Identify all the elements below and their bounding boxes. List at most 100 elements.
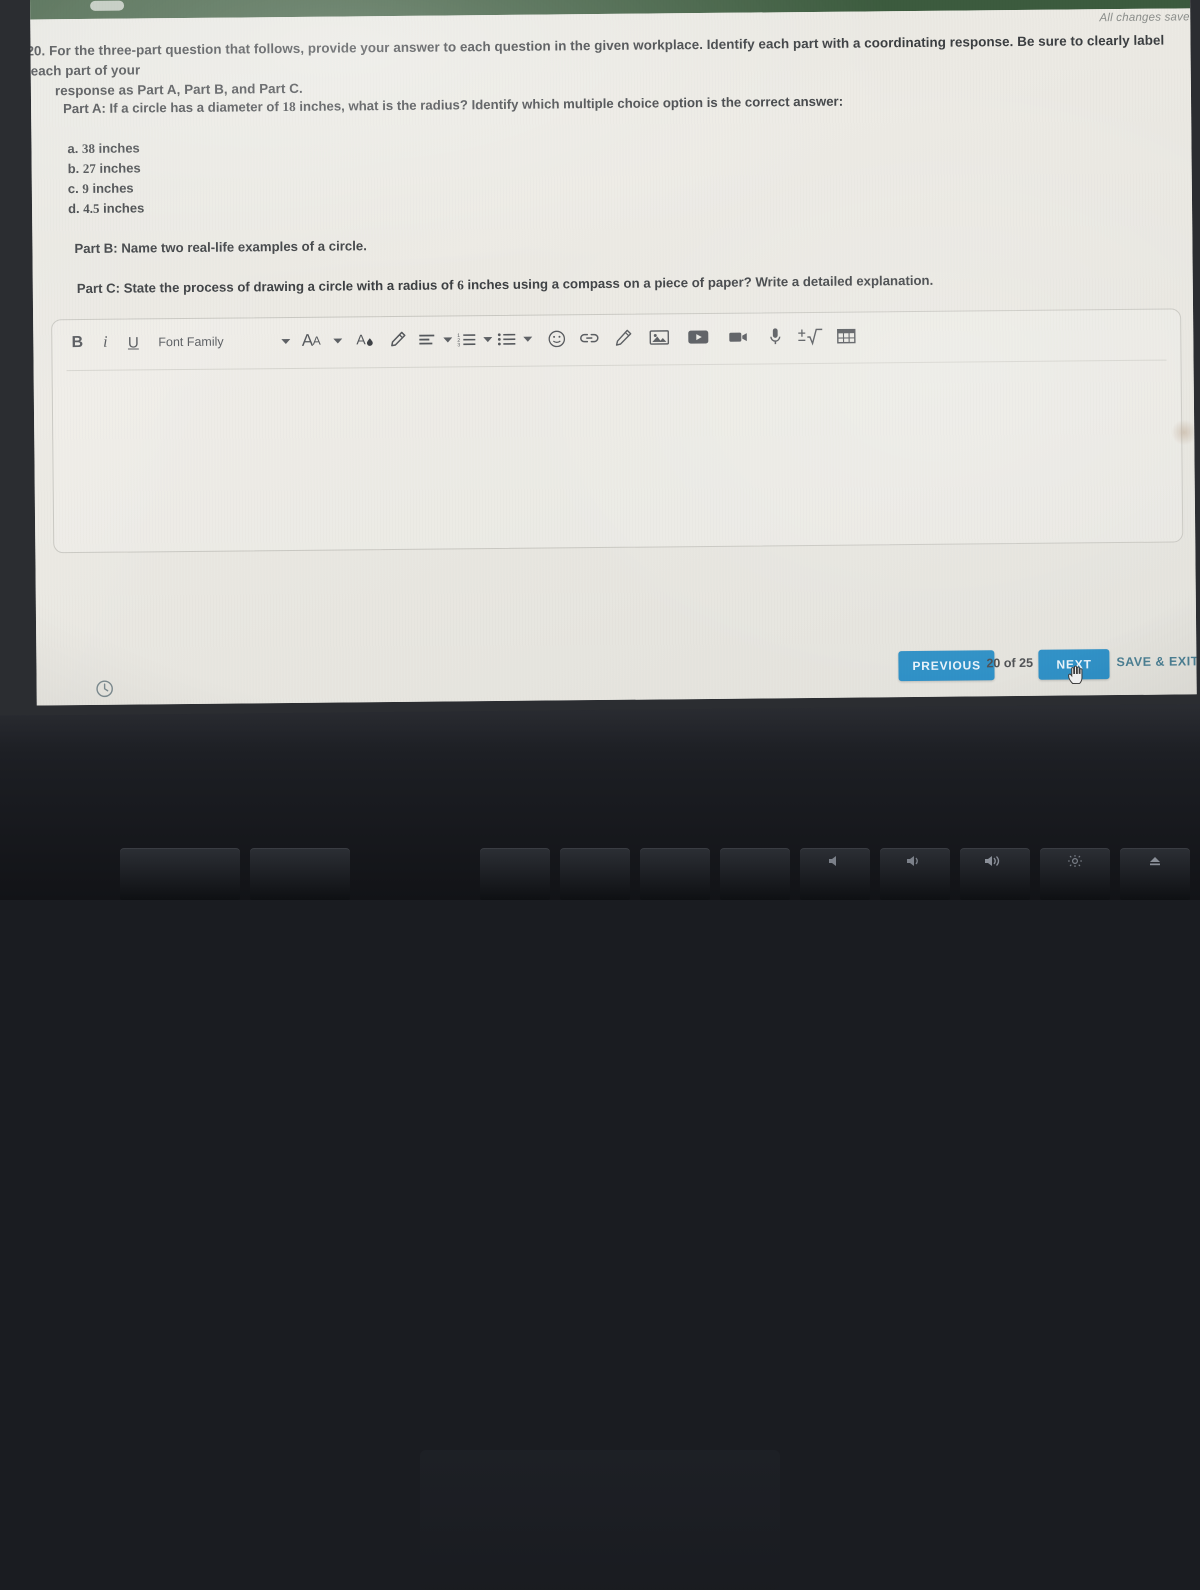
speaker-mute-icon bbox=[827, 854, 843, 868]
insert-video-button[interactable] bbox=[678, 323, 718, 351]
text-color-button[interactable]: A bbox=[350, 326, 380, 354]
answer-choice[interactable]: c. 9 inches bbox=[66, 178, 144, 199]
choice-value: 38 bbox=[82, 141, 95, 156]
text-color-icon: A bbox=[354, 329, 376, 351]
table-grid-icon bbox=[836, 327, 856, 344]
numbered-list-dropdown[interactable]: 1 2 3 bbox=[454, 325, 480, 353]
svg-text:A: A bbox=[356, 331, 366, 347]
smiley-icon bbox=[547, 329, 566, 348]
chevron-down-glyph bbox=[333, 337, 342, 344]
clock-icon bbox=[95, 679, 115, 699]
trackpad bbox=[420, 1450, 780, 1590]
highlighter-pen-icon bbox=[386, 329, 408, 351]
italic-button[interactable]: i bbox=[92, 329, 118, 357]
answer-choice-list: a. 38 inches b. 27 inches c. 9 inches d.… bbox=[65, 138, 144, 219]
emoji-button[interactable] bbox=[540, 324, 572, 352]
question-counter: 20 of 25 bbox=[986, 656, 1033, 670]
volume-down-icon bbox=[905, 854, 925, 868]
video-play-icon bbox=[686, 328, 710, 346]
previous-button[interactable]: PREVIOUS bbox=[898, 650, 995, 681]
browser-tab[interactable] bbox=[90, 1, 124, 11]
bold-button[interactable]: B bbox=[62, 329, 92, 357]
keyboard-key-eject bbox=[1120, 848, 1190, 900]
link-chain-icon bbox=[578, 330, 600, 346]
keyboard-key-mute bbox=[800, 848, 870, 900]
choice-letter: b. bbox=[68, 161, 80, 176]
save-and-exit-button[interactable]: SAVE & EXIT bbox=[1116, 654, 1196, 669]
choice-value: 4.5 bbox=[83, 201, 99, 216]
record-video-button[interactable] bbox=[718, 322, 758, 350]
assessment-page: All changes saved 20. For the three-part… bbox=[30, 8, 1197, 705]
part-c-text: Part C: State the process of drawing a c… bbox=[77, 271, 1077, 297]
bulleted-list-dropdown[interactable] bbox=[494, 325, 520, 353]
chevron-down-icon[interactable] bbox=[440, 325, 454, 353]
microphone-icon bbox=[768, 326, 782, 346]
choice-unit: inches bbox=[103, 200, 144, 215]
answer-choice[interactable]: a. 38 inches bbox=[65, 138, 143, 159]
question-number: 20. bbox=[30, 43, 45, 58]
part-a-text-before: If a circle has a diameter of bbox=[109, 99, 278, 116]
brightness-icon bbox=[1067, 854, 1083, 868]
keyboard-key bbox=[120, 848, 240, 900]
equation-button[interactable] bbox=[792, 322, 828, 350]
svg-text:3: 3 bbox=[457, 342, 460, 347]
record-audio-button[interactable] bbox=[758, 322, 792, 350]
part-a-label: Part A: bbox=[63, 101, 106, 116]
link-button[interactable] bbox=[572, 324, 606, 352]
editor-content[interactable] bbox=[67, 361, 1169, 540]
keyboard-key bbox=[250, 848, 350, 900]
save-status-text: All changes saved bbox=[1099, 11, 1196, 24]
part-c-text-after: inches using a compass on a piece of pap… bbox=[467, 273, 933, 292]
choice-value: 27 bbox=[83, 161, 96, 176]
monitor-screen-photo: All changes saved 20. For the three-part… bbox=[0, 0, 1200, 716]
part-b-text: Part B: Name two real-life examples of a… bbox=[74, 238, 367, 256]
editor-text-area[interactable] bbox=[67, 360, 1169, 540]
question-prompt: 20. For the three-part question that fol… bbox=[30, 30, 1197, 101]
keyboard-key bbox=[640, 848, 710, 900]
chevron-down-icon[interactable] bbox=[520, 325, 534, 353]
assessment-footer: PREVIOUS 20 of 25 NEXT SAVE & EXIT bbox=[36, 606, 1197, 677]
draw-button[interactable] bbox=[606, 324, 640, 352]
laptop-base bbox=[0, 690, 1200, 900]
volume-up-icon bbox=[983, 854, 1007, 868]
pencil-icon bbox=[613, 328, 633, 348]
font-size-dropdown[interactable]: AA bbox=[292, 327, 330, 355]
timer-icon[interactable] bbox=[95, 679, 115, 699]
rich-text-editor: B i U Font Family AA bbox=[51, 308, 1183, 553]
chevron-down-icon[interactable] bbox=[330, 326, 344, 354]
choice-unit: inches bbox=[98, 140, 139, 155]
insert-image-button[interactable] bbox=[640, 323, 678, 351]
plus-minus-sqrt-icon bbox=[797, 326, 823, 346]
insert-table-button[interactable] bbox=[828, 321, 864, 349]
align-left-icon bbox=[417, 332, 437, 348]
keyboard-key bbox=[560, 848, 630, 900]
part-b-body: Name two real-life examples of a circle. bbox=[121, 238, 367, 255]
image-icon bbox=[648, 328, 670, 346]
chevron-down-glyph bbox=[483, 336, 492, 343]
choice-letter: d. bbox=[68, 201, 80, 216]
chevron-down-glyph bbox=[443, 336, 452, 343]
choice-value: 9 bbox=[82, 181, 89, 196]
chevron-down-icon[interactable] bbox=[278, 327, 292, 355]
underline-button[interactable]: U bbox=[118, 328, 148, 356]
highlighter-button[interactable] bbox=[380, 326, 414, 354]
keyboard-key bbox=[480, 848, 550, 900]
choice-letter: a. bbox=[67, 141, 78, 156]
part-b-label: Part B: bbox=[74, 241, 117, 256]
video-camera-icon bbox=[727, 329, 749, 345]
choice-unit: inches bbox=[92, 180, 133, 195]
align-dropdown[interactable] bbox=[414, 326, 440, 354]
keyboard-key-volume-up bbox=[960, 848, 1030, 900]
numbered-list-icon: 1 2 3 bbox=[457, 331, 477, 347]
keyboard-key bbox=[720, 848, 790, 900]
eject-icon bbox=[1147, 854, 1163, 868]
choice-letter: c. bbox=[68, 181, 79, 196]
chevron-down-icon[interactable] bbox=[480, 325, 494, 353]
answer-choice[interactable]: b. 27 inches bbox=[66, 158, 144, 179]
next-button[interactable]: NEXT bbox=[1038, 649, 1110, 680]
screen-content: All changes saved 20. For the three-part… bbox=[30, 0, 1197, 705]
answer-choice[interactable]: d. 4.5 inches bbox=[66, 198, 144, 219]
screen-glare-spot bbox=[1171, 419, 1197, 445]
font-family-dropdown[interactable]: Font Family bbox=[148, 327, 278, 356]
keyboard-key-brightness bbox=[1040, 848, 1110, 900]
